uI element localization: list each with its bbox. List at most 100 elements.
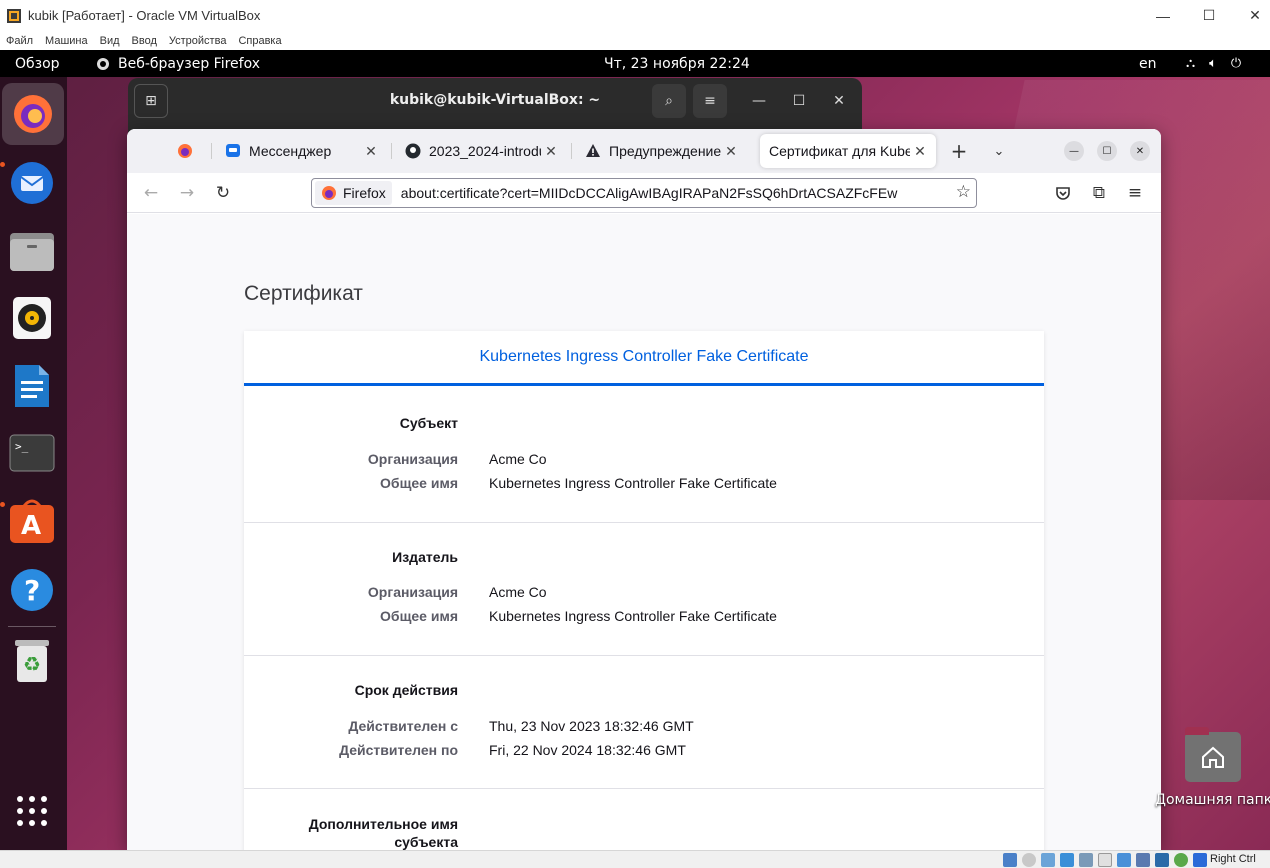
activities-button[interactable]: Обзор xyxy=(15,56,60,72)
keyboard-layout-indicator[interactable]: en xyxy=(1139,56,1157,72)
field-label: Действителен с xyxy=(348,718,458,734)
firefox-window: Мессенджер ✕ 2023_2024-introduction ✕ Пр… xyxy=(127,129,1161,850)
menu-icon[interactable]: ≡ xyxy=(693,84,727,118)
terminal-close-button[interactable]: ✕ xyxy=(822,84,856,118)
menu-devices[interactable]: Устройства xyxy=(163,35,233,47)
menu-file[interactable]: Файл xyxy=(0,35,39,47)
tab-github[interactable]: 2023_2024-introduction ✕ xyxy=(395,134,567,168)
dock-help[interactable]: ? xyxy=(8,566,56,614)
identity-box[interactable]: Firefox xyxy=(315,181,392,205)
terminal-minimize-button[interactable]: — xyxy=(742,84,776,118)
certificate-page: Сертификат Kubernetes Ingress Controller… xyxy=(127,214,1161,850)
running-indicator xyxy=(0,162,5,167)
app-menu[interactable]: Веб-браузер Firefox xyxy=(96,56,260,72)
tab-messenger[interactable]: Мессенджер ✕ xyxy=(215,134,387,168)
dock-files[interactable] xyxy=(8,227,56,275)
dock: >_ A ? ♻ xyxy=(0,77,67,850)
certificate-tab[interactable]: Kubernetes Ingress Controller Fake Certi… xyxy=(244,331,1044,386)
dock-firefox[interactable] xyxy=(2,83,64,145)
dock-separator xyxy=(8,626,56,627)
home-folder-icon xyxy=(1184,727,1241,782)
optical-drive-icon[interactable] xyxy=(1022,853,1036,867)
app-center-icon: A xyxy=(10,499,54,543)
window-maximize-button[interactable]: ☐ xyxy=(1097,141,1117,161)
window-minimize-button[interactable]: — xyxy=(1064,141,1084,161)
help-icon: ? xyxy=(11,569,53,611)
field-label: Организация xyxy=(367,584,458,600)
tab-certificate[interactable]: Сертификат для Kubernetes ✕ xyxy=(760,134,936,168)
close-tab-icon[interactable]: ✕ xyxy=(541,143,561,160)
tab-title: Предупреждение xyxy=(609,143,721,159)
subject-alt-name-section: Дополнительное имя субъекта xyxy=(244,789,1044,850)
menu-input[interactable]: Ввод xyxy=(126,35,163,47)
close-tab-icon[interactable]: ✕ xyxy=(721,143,741,160)
mouse-integration-icon[interactable] xyxy=(1174,853,1188,867)
back-button[interactable]: ← xyxy=(137,179,165,207)
github-icon xyxy=(405,143,421,159)
dock-thunderbird[interactable] xyxy=(8,159,56,207)
close-tab-icon[interactable]: ✕ xyxy=(910,143,930,160)
app-menu-label: Веб-браузер Firefox xyxy=(118,55,261,72)
search-icon[interactable]: ⌕ xyxy=(652,84,686,118)
dock-rhythmbox[interactable] xyxy=(8,294,56,342)
menu-help[interactable]: Справка xyxy=(232,35,287,47)
svg-text:A: A xyxy=(21,511,41,541)
network-icon: ⛬ xyxy=(1186,56,1196,71)
tab-warning[interactable]: Предупреждение ✕ xyxy=(575,134,747,168)
window-close-button[interactable]: ✕ xyxy=(1130,141,1150,161)
tab-title: Мессенджер xyxy=(249,143,332,159)
usb-icon[interactable] xyxy=(1079,853,1093,867)
app-menu-icon[interactable]: ≡ xyxy=(1121,179,1149,207)
shared-folders-icon[interactable] xyxy=(1098,853,1112,867)
messenger-icon xyxy=(225,143,241,159)
reload-button[interactable]: ↻ xyxy=(209,179,237,207)
cpu-icon[interactable] xyxy=(1155,853,1169,867)
recording-icon[interactable] xyxy=(1136,853,1150,867)
keyboard-capture-icon[interactable] xyxy=(1193,853,1207,867)
bookmark-star-icon[interactable]: ☆ xyxy=(956,182,971,202)
gnome-top-bar: Обзор Веб-браузер Firefox Чт, 23 ноября … xyxy=(0,50,1270,77)
tab-separator xyxy=(571,143,572,159)
maximize-button[interactable]: ☐ xyxy=(1186,0,1232,31)
dock-app-center[interactable]: A xyxy=(8,497,56,545)
trash-icon: ♻ xyxy=(15,640,49,682)
hard-disk-icon[interactable] xyxy=(1003,853,1017,867)
new-tab-button[interactable]: + xyxy=(945,137,973,165)
warning-icon xyxy=(585,143,601,159)
menu-machine[interactable]: Машина xyxy=(39,35,94,47)
close-button[interactable]: ✕ xyxy=(1232,0,1270,31)
dock-trash[interactable]: ♻ xyxy=(8,637,56,685)
show-apps-button[interactable] xyxy=(8,787,56,835)
clock[interactable]: Чт, 23 ноября 22:24 xyxy=(604,56,750,72)
dock-terminal[interactable]: >_ xyxy=(8,429,56,477)
system-tray[interactable]: ⛬ 🔈︎ ⏻ xyxy=(1186,56,1241,71)
pocket-icon[interactable] xyxy=(1049,179,1077,207)
dock-libreoffice-writer[interactable] xyxy=(8,362,56,410)
section-title: Субъект xyxy=(399,415,458,431)
virtualbox-status-bar: Right Ctrl xyxy=(0,850,1270,868)
validity-section: Срок действия Действителен с Thu, 23 Nov… xyxy=(244,656,1044,789)
firefox-icon xyxy=(322,186,336,200)
virtualbox-icon xyxy=(7,8,21,23)
url-bar[interactable]: Firefox about:certificate?cert=MIIDcDCCA… xyxy=(311,178,977,208)
url-text[interactable]: about:certificate?cert=MIIDcDCCAligAwIBA… xyxy=(401,185,941,201)
svg-text:?: ? xyxy=(24,574,40,607)
display-icon[interactable] xyxy=(1117,853,1131,867)
forward-button[interactable]: → xyxy=(173,179,201,207)
audio-icon[interactable] xyxy=(1041,853,1055,867)
field-label: Общее имя xyxy=(380,475,458,491)
field-value: Kubernetes Ingress Controller Fake Certi… xyxy=(489,475,777,491)
extensions-icon[interactable]: ⧉ xyxy=(1085,179,1113,207)
menu-view[interactable]: Вид xyxy=(94,35,126,47)
network-status-icon[interactable] xyxy=(1060,853,1074,867)
home-folder-desktop-icon[interactable]: Домашняя папка xyxy=(1155,727,1270,808)
firefox-view-button[interactable] xyxy=(167,134,207,168)
field-value: Fri, 22 Nov 2024 18:32:46 GMT xyxy=(489,742,686,758)
close-tab-icon[interactable]: ✕ xyxy=(361,143,381,160)
terminal-maximize-button[interactable]: ☐ xyxy=(782,84,816,118)
firefox-icon xyxy=(97,57,109,70)
section-title: субъекта xyxy=(394,834,458,850)
list-all-tabs-icon[interactable]: ⌄ xyxy=(985,137,1013,165)
minimize-button[interactable]: — xyxy=(1140,0,1186,31)
rhythmbox-icon xyxy=(13,297,51,339)
